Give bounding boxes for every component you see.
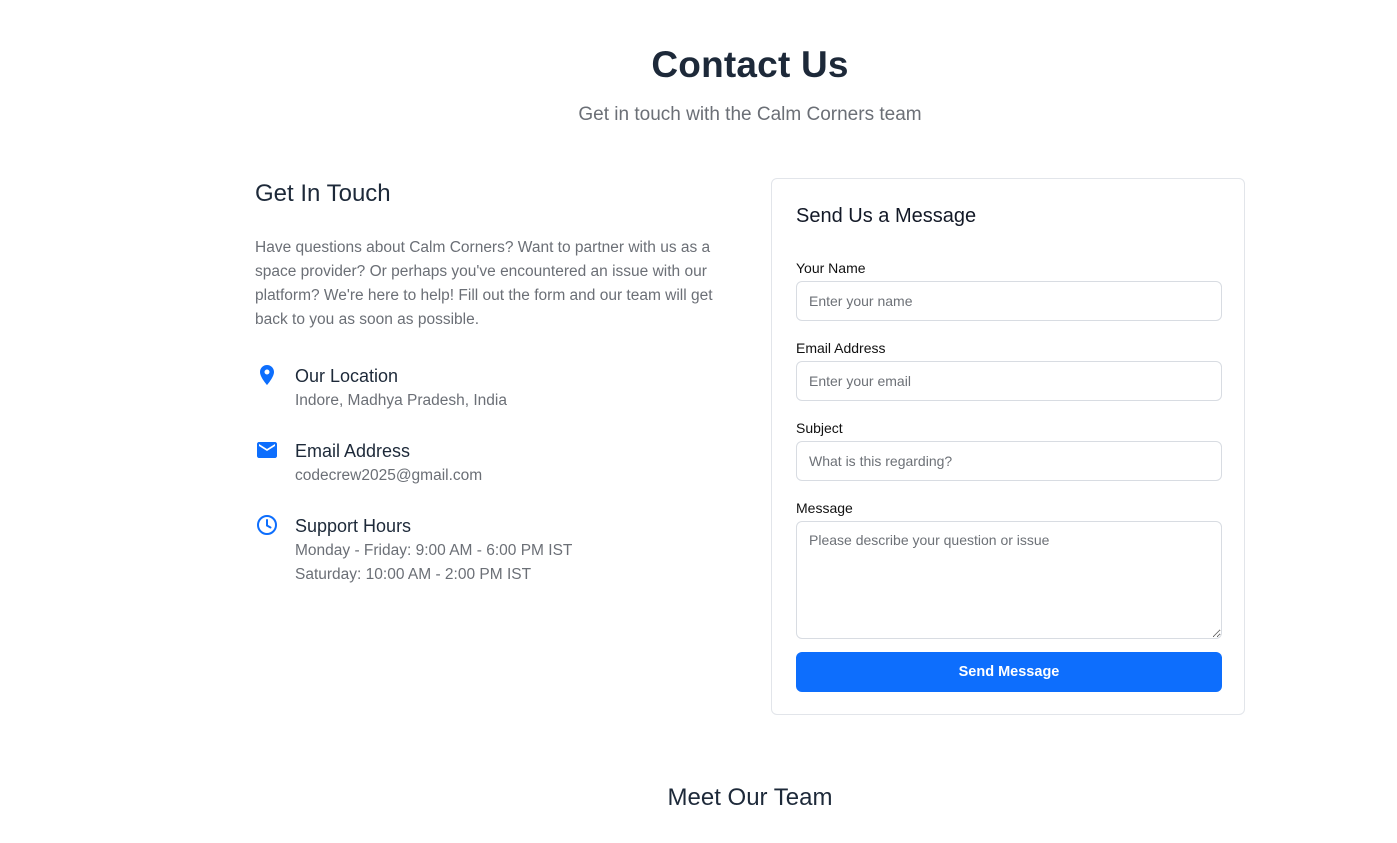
email-input[interactable]: [796, 361, 1222, 401]
name-input[interactable]: [796, 281, 1222, 321]
contact-info-heading: Get In Touch: [255, 180, 391, 207]
page-title: Contact Us: [651, 44, 849, 85]
map-pin-icon: [255, 363, 279, 387]
page-subtitle: Get in touch with the Calm Corners team: [578, 104, 922, 125]
send-message-button[interactable]: Send Message: [796, 652, 1222, 692]
name-field-group: Your Name: [796, 259, 1222, 321]
email-field-group: Email Address: [796, 339, 1222, 401]
hours-saturday: Saturday: 10:00 AM - 2:00 PM IST: [295, 566, 532, 583]
message-field-group: Message: [796, 499, 1222, 644]
subject-label: Subject: [796, 420, 843, 436]
message-label: Message: [796, 500, 853, 516]
name-label: Your Name: [796, 260, 866, 276]
hours-info: Support Hours Monday - Friday: 9:00 AM -…: [255, 513, 725, 587]
clock-icon-graphic: [257, 515, 277, 535]
location-value: Indore, Madhya Pradesh, India: [295, 392, 507, 409]
team-heading: Meet Our Team: [667, 784, 833, 811]
hours-weekdays: Monday - Friday: 9:00 AM - 6:00 PM IST: [295, 542, 573, 559]
email-title: Email Address: [295, 441, 411, 461]
map-pin-icon-graphic: [260, 365, 274, 385]
contact-info-intro: Have questions about Calm Corners? Want …: [255, 239, 713, 328]
email-label: Email Address: [796, 340, 886, 356]
location-title: Our Location: [295, 366, 399, 386]
contact-page: Contact Us Get in touch with the Calm Co…: [0, 0, 1397, 843]
email-info: Email Address codecrew2025@gmail.com: [255, 438, 725, 488]
subject-input[interactable]: [796, 441, 1222, 481]
subject-field-group: Subject: [796, 419, 1222, 481]
form-title: Send Us a Message: [796, 205, 977, 227]
message-textarea[interactable]: [796, 521, 1222, 639]
contact-form-card: Send Us a Message Your Name Email Addres…: [771, 178, 1245, 715]
location-info: Our Location Indore, Madhya Pradesh, Ind…: [255, 363, 725, 413]
email-value: codecrew2025@gmail.com: [295, 467, 483, 484]
contact-info-section: Get In Touch Have questions about Calm C…: [255, 178, 725, 612]
envelope-icon-graphic: [257, 442, 277, 458]
envelope-icon: [255, 438, 279, 462]
hours-title: Support Hours: [295, 516, 412, 536]
clock-icon: [255, 513, 279, 537]
